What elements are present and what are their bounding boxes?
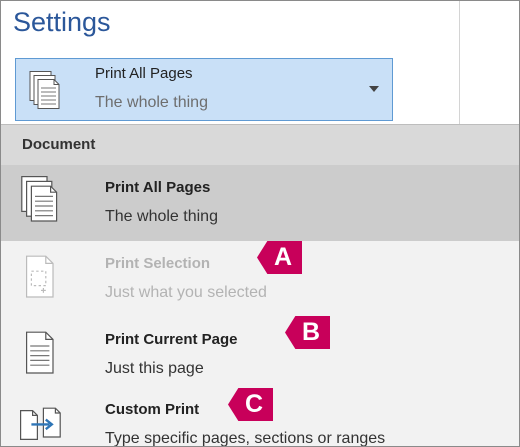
menu-item-subtitle: The whole thing bbox=[105, 208, 218, 225]
callout-label: B bbox=[302, 318, 321, 346]
custom-print-icon bbox=[17, 398, 65, 446]
settings-title: Settings bbox=[13, 7, 111, 37]
print-settings-panel: Settings Print All Pages The whole thing bbox=[0, 0, 520, 447]
menu-item-title: Print Selection bbox=[105, 255, 211, 272]
print-current-page-icon bbox=[17, 328, 65, 381]
menu-item-print-current-page[interactable]: Print Current Page Just this page bbox=[1, 317, 519, 393]
menu-item-subtitle: Just this page bbox=[105, 360, 204, 377]
selector-subtitle: The whole thing bbox=[95, 94, 208, 111]
menu-item-print-all-pages[interactable]: Print All Pages The whole thing bbox=[1, 165, 519, 241]
menu-item-title: Custom Print bbox=[105, 401, 200, 418]
menu-item-print-selection: Print Selection Just what you selected bbox=[1, 241, 519, 317]
print-range-dropdown[interactable]: Print All Pages The whole thing bbox=[15, 58, 393, 121]
section-header-document: Document bbox=[1, 125, 519, 165]
print-all-pages-icon bbox=[17, 176, 65, 229]
divider-line bbox=[459, 1, 460, 124]
menu-item-subtitle: Just what you selected bbox=[105, 284, 267, 301]
menu-item-subtitle: Type specific pages, sections or ranges bbox=[105, 430, 386, 447]
callout-label: A bbox=[274, 243, 293, 271]
selector-title: Print All Pages bbox=[95, 65, 193, 82]
section-header-label: Document bbox=[22, 136, 96, 153]
print-selection-icon bbox=[17, 252, 65, 305]
menu-item-title: Print Current Page bbox=[105, 331, 238, 348]
callout-label: C bbox=[245, 390, 264, 418]
settings-area: Settings Print All Pages The whole thing bbox=[1, 1, 519, 124]
menu-item-title: Print All Pages bbox=[105, 179, 211, 196]
chevron-down-icon bbox=[369, 86, 379, 92]
print-all-pages-icon bbox=[26, 71, 66, 116]
